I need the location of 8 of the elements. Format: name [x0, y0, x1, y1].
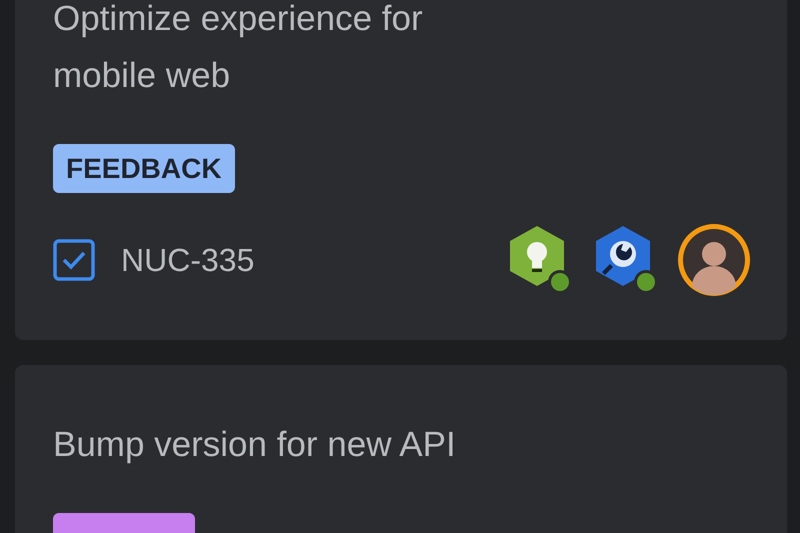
checkbox-icon — [53, 239, 95, 281]
card-background[interactable]: Bump version for new API — [15, 365, 787, 533]
avatar — [678, 224, 750, 296]
issue-key: NUC-335 — [121, 242, 480, 278]
card-title: Bump version for new API — [53, 424, 457, 466]
card-title: Optimize experience for mobile web — [53, 0, 424, 97]
card-background[interactable]: Optimize experience for mobile web FEEDBACK NUC-335 — [15, 0, 787, 340]
label-tag: FEEDBACK — [53, 144, 235, 193]
